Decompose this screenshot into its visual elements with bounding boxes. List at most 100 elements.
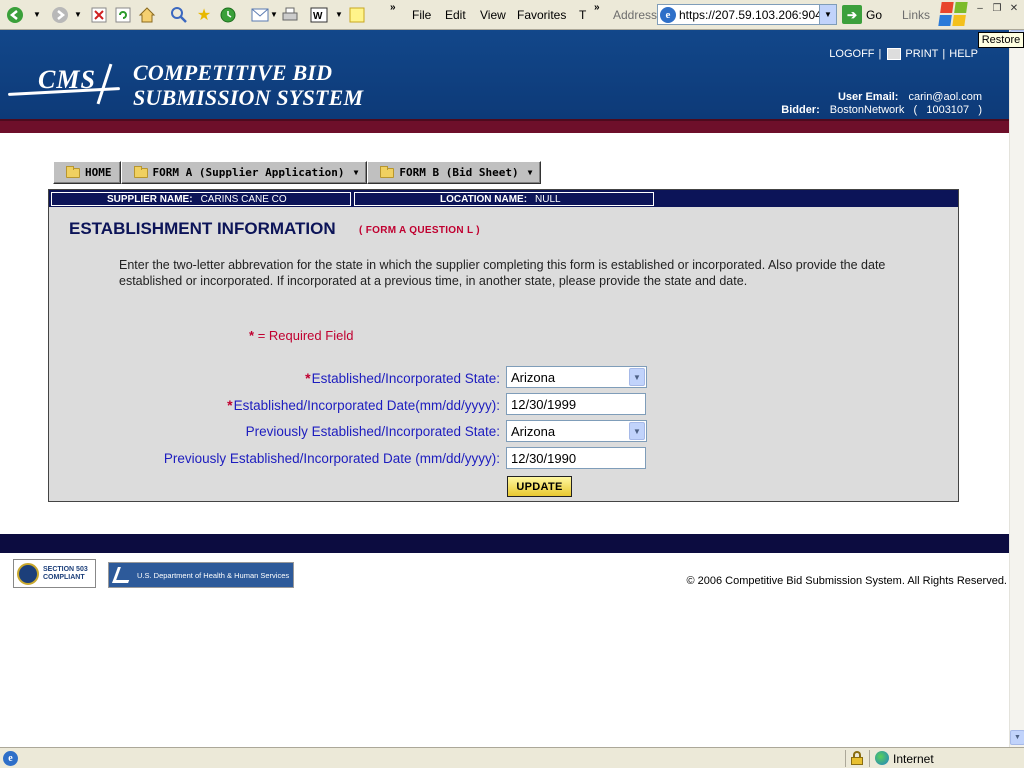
info-bar: SUPPLIER NAME: CARINS CANE CO LOCATION N… — [49, 190, 958, 207]
print-page-icon[interactable] — [887, 48, 902, 60]
tab-form-a-label: FORM A (Supplier Application) — [152, 166, 345, 179]
back-icon[interactable] — [6, 6, 24, 24]
prev-state-value: Arizona — [511, 423, 556, 439]
back-dropdown-icon[interactable]: ▼ — [33, 10, 41, 19]
restore-icon[interactable]: ❐ — [990, 2, 1004, 14]
est-state-label: Established/Incorporated State: — [311, 371, 500, 386]
prev-date-label: Previously Established/Incorporated Date… — [163, 451, 500, 466]
close-icon[interactable]: ✕ — [1007, 2, 1021, 14]
scroll-down-icon[interactable]: ▼ — [1010, 730, 1024, 745]
badge-503-line2: COMPLIANT — [43, 573, 85, 581]
tab-form-b[interactable]: FORM B (Bid Sheet) ▼ — [367, 161, 542, 184]
prev-state-select[interactable]: Arizona ▼ — [506, 420, 647, 442]
help-link[interactable]: HELP — [949, 48, 978, 60]
stop-icon[interactable] — [90, 6, 108, 24]
location-name-value: NULL — [535, 193, 561, 205]
section-503-badge[interactable]: SECTION 503 COMPLIANT — [13, 559, 96, 588]
header-accent-bar — [0, 119, 1009, 133]
instructions-text: Enter the two-letter abbrevation for the… — [119, 258, 886, 288]
edit-dropdown-icon[interactable]: ▼ — [335, 10, 343, 19]
mail-dropdown-icon[interactable]: ▼ — [270, 10, 278, 19]
location-cell: LOCATION NAME: NULL — [354, 192, 654, 206]
chevron-down-icon[interactable]: ▼ — [629, 368, 645, 386]
print-icon[interactable] — [281, 6, 299, 24]
required-field-note: * = Required Field — [249, 328, 353, 343]
address-bar[interactable]: e https://207.59.103.206:9045 ▼ — [657, 4, 837, 25]
form-row-prev-state: Previously Established/Incorporated Stat… — [49, 420, 958, 442]
form-row-est-date: *Established/Incorporated Date(mm/dd/yyy… — [49, 393, 958, 415]
form-row-est-state: *Established/Incorporated State: Arizona… — [49, 366, 958, 388]
bidder-value: BostonNetwork ( 1003107 ) — [829, 104, 982, 116]
supplier-name-label: SUPPLIER NAME: — [107, 193, 193, 205]
menu-tools[interactable]: T — [579, 8, 586, 22]
prev-date-input[interactable]: 12/30/1990 — [506, 447, 646, 469]
section-subtitle: ( FORM A QUESTION L ) — [359, 225, 480, 236]
address-url[interactable]: https://207.59.103.206:9045 — [679, 8, 819, 22]
go-arrow-icon[interactable]: ➔ — [842, 5, 862, 24]
user-info: User Email: carin@aol.com Bidder: Boston… — [0, 91, 1009, 121]
history-icon[interactable] — [219, 6, 237, 24]
note-icon[interactable] — [348, 6, 366, 24]
supplier-cell: SUPPLIER NAME: CARINS CANE CO — [51, 192, 351, 206]
address-dropdown-icon[interactable]: ▼ — [819, 5, 836, 24]
site-header: CMS COMPETITIVE BID SUBMISSION SYSTEM LO… — [0, 30, 1009, 119]
toolbar-overflow-icon[interactable]: » — [390, 2, 395, 13]
section-title: ESTABLISHMENT INFORMATION — [69, 219, 336, 238]
svg-text:W: W — [313, 11, 323, 22]
browser-toolbar: ▼ ▼ ★ ▼ W ▼ » File Edit View Favorites T… — [0, 0, 1024, 30]
est-date-label: Established/Incorporated Date(mm/dd/yyyy… — [233, 398, 500, 413]
menu-edit[interactable]: Edit — [445, 8, 466, 22]
menu-overflow-icon[interactable]: » — [594, 2, 599, 13]
tab-home-label: HOME — [85, 166, 112, 179]
minimize-icon[interactable]: – — [973, 2, 987, 14]
link-separator: | — [942, 48, 946, 60]
tab-form-a[interactable]: FORM A (Supplier Application) ▼ — [120, 161, 368, 184]
address-label: Address — [613, 8, 658, 22]
lock-icon[interactable] — [851, 751, 863, 765]
establishment-panel: SUPPLIER NAME: CARINS CANE CO LOCATION N… — [48, 189, 959, 502]
menu-favorites[interactable]: Favorites — [517, 8, 566, 22]
refresh-icon[interactable] — [114, 6, 132, 24]
top-links: LOGOFF | PRINT | HELP — [829, 48, 978, 60]
est-date-input[interactable]: 12/30/1999 — [506, 393, 646, 415]
user-email-label: User Email: — [837, 91, 899, 103]
hhs-logo-link[interactable]: U.S. Department of Health & Human Servic… — [108, 562, 294, 588]
dropdown-arrow-icon: ▼ — [527, 168, 533, 177]
tab-form-b-label: FORM B (Bid Sheet) — [399, 166, 519, 179]
tab-home[interactable]: HOME — [53, 161, 121, 184]
est-state-value: Arizona — [511, 369, 556, 385]
menu-file[interactable]: File — [412, 8, 431, 22]
bidder-label: Bidder: — [781, 104, 820, 116]
est-state-select[interactable]: Arizona ▼ — [506, 366, 647, 388]
update-button[interactable]: UPDATE — [507, 476, 572, 497]
user-email-value: carin@aol.com — [908, 91, 982, 103]
menu-view[interactable]: View — [480, 8, 506, 22]
badge-503-line1: SECTION 503 — [43, 565, 88, 573]
globe-icon — [875, 751, 889, 765]
go-button[interactable]: Go — [866, 8, 882, 22]
footer-bar — [0, 534, 1009, 553]
site-title-line1: COMPETITIVE BID — [133, 60, 333, 85]
search-icon[interactable] — [170, 6, 188, 24]
copyright-text: © 2006 Competitive Bid Submission System… — [686, 575, 1007, 587]
form-row-prev-date: Previously Established/Incorporated Date… — [49, 447, 958, 469]
links-label[interactable]: Links — [902, 8, 930, 22]
print-link[interactable]: PRINT — [905, 48, 938, 60]
folder-icon — [133, 165, 148, 178]
vertical-scrollbar[interactable]: ▲ ▼ — [1009, 30, 1024, 747]
home-icon[interactable] — [138, 6, 156, 24]
favorites-icon[interactable]: ★ — [195, 6, 213, 24]
required-note-text: = Required Field — [257, 328, 354, 343]
logoff-link[interactable]: LOGOFF — [829, 48, 874, 60]
seal-icon — [17, 562, 39, 585]
required-star-icon: * — [227, 397, 233, 413]
word-icon[interactable]: W — [310, 6, 328, 24]
prev-state-label: Previously Established/Incorporated Stat… — [245, 424, 500, 439]
location-name-label: LOCATION NAME: — [440, 193, 528, 205]
forward-icon[interactable] — [51, 6, 69, 24]
mail-icon[interactable] — [251, 6, 269, 24]
forward-dropdown-icon[interactable]: ▼ — [74, 10, 82, 19]
chevron-down-icon[interactable]: ▼ — [629, 422, 645, 440]
hhs-text: U.S. Department of Health & Human Servic… — [137, 570, 290, 580]
link-separator: | — [878, 48, 882, 60]
